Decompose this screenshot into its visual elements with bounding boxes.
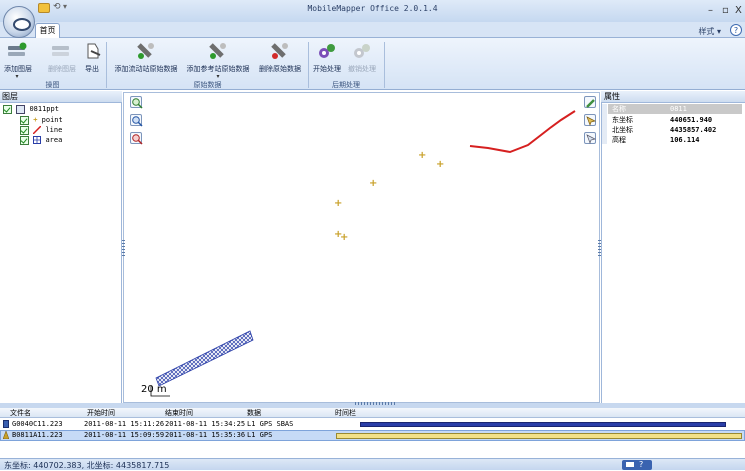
property-key: 北坐标: [612, 126, 633, 134]
column-header-start-time[interactable]: 开始时间: [87, 408, 115, 418]
point-feature[interactable]: +: [369, 179, 377, 189]
file-start-time: 2011-08-11 15:11:26: [84, 420, 165, 428]
point-feature[interactable]: +: [334, 199, 342, 209]
file-end-time: 2011-08-11 15:34:25: [165, 420, 246, 428]
property-key: 名称: [612, 105, 626, 113]
property-row-gutter: [602, 104, 607, 144]
column-header-timebar[interactable]: 时间栏: [335, 408, 356, 418]
track-line[interactable]: [469, 110, 576, 154]
property-value: 440651.940: [670, 116, 713, 124]
file-data-type: L1 GPS SBAS: [247, 420, 294, 428]
property-row[interactable]: 北坐标 4435857.402: [608, 125, 742, 135]
splitter-grip[interactable]: [355, 402, 395, 405]
point-feature[interactable]: +: [436, 160, 444, 170]
status-view-buttons[interactable]: ?: [622, 460, 652, 470]
property-key: 东坐标: [612, 116, 633, 124]
property-row[interactable]: 东坐标 440651.940: [608, 115, 742, 125]
file-name: B0811A11.223: [12, 431, 63, 439]
rover-file-icon: [3, 420, 9, 428]
status-coordinates: 东坐标: 440702.383, 北坐标: 4435817.715: [4, 461, 170, 470]
app-logo-icon: [13, 18, 31, 31]
left-panel-splitter[interactable]: [122, 240, 125, 256]
scale-bar-label: 20 m: [141, 384, 167, 395]
base-station-icon: [2, 430, 10, 440]
file-data-type: L1 GPS: [247, 431, 273, 439]
column-header-filename[interactable]: 文件名: [10, 408, 31, 418]
properties-panel: [601, 103, 745, 403]
time-bar: [360, 422, 726, 427]
property-value: 4435857.402: [670, 126, 717, 134]
property-row[interactable]: 名称 0811: [608, 104, 742, 114]
column-header-end-time[interactable]: 结束时间: [165, 408, 193, 418]
properties-panel-title: 属性: [601, 91, 745, 103]
help-small-icon[interactable]: ?: [639, 460, 643, 469]
property-key: 高程: [612, 136, 626, 144]
file-name: G0040C11.223: [12, 420, 63, 428]
survey-area[interactable]: [155, 330, 254, 387]
file-start-time: 2011-08-11 15:09:59: [84, 431, 165, 439]
property-value: 0811: [670, 105, 687, 113]
property-value: 106.114: [670, 136, 700, 144]
point-feature[interactable]: +: [418, 151, 426, 161]
file-end-time: 2011-08-11 15:35:36: [165, 431, 246, 439]
view-normal-icon[interactable]: [626, 462, 634, 467]
property-row[interactable]: 高程 106.114: [608, 135, 742, 145]
application-menu-button[interactable]: [3, 6, 35, 38]
time-bar: [336, 433, 742, 439]
point-feature[interactable]: +: [340, 233, 348, 243]
column-header-data[interactable]: 数据: [247, 408, 261, 418]
